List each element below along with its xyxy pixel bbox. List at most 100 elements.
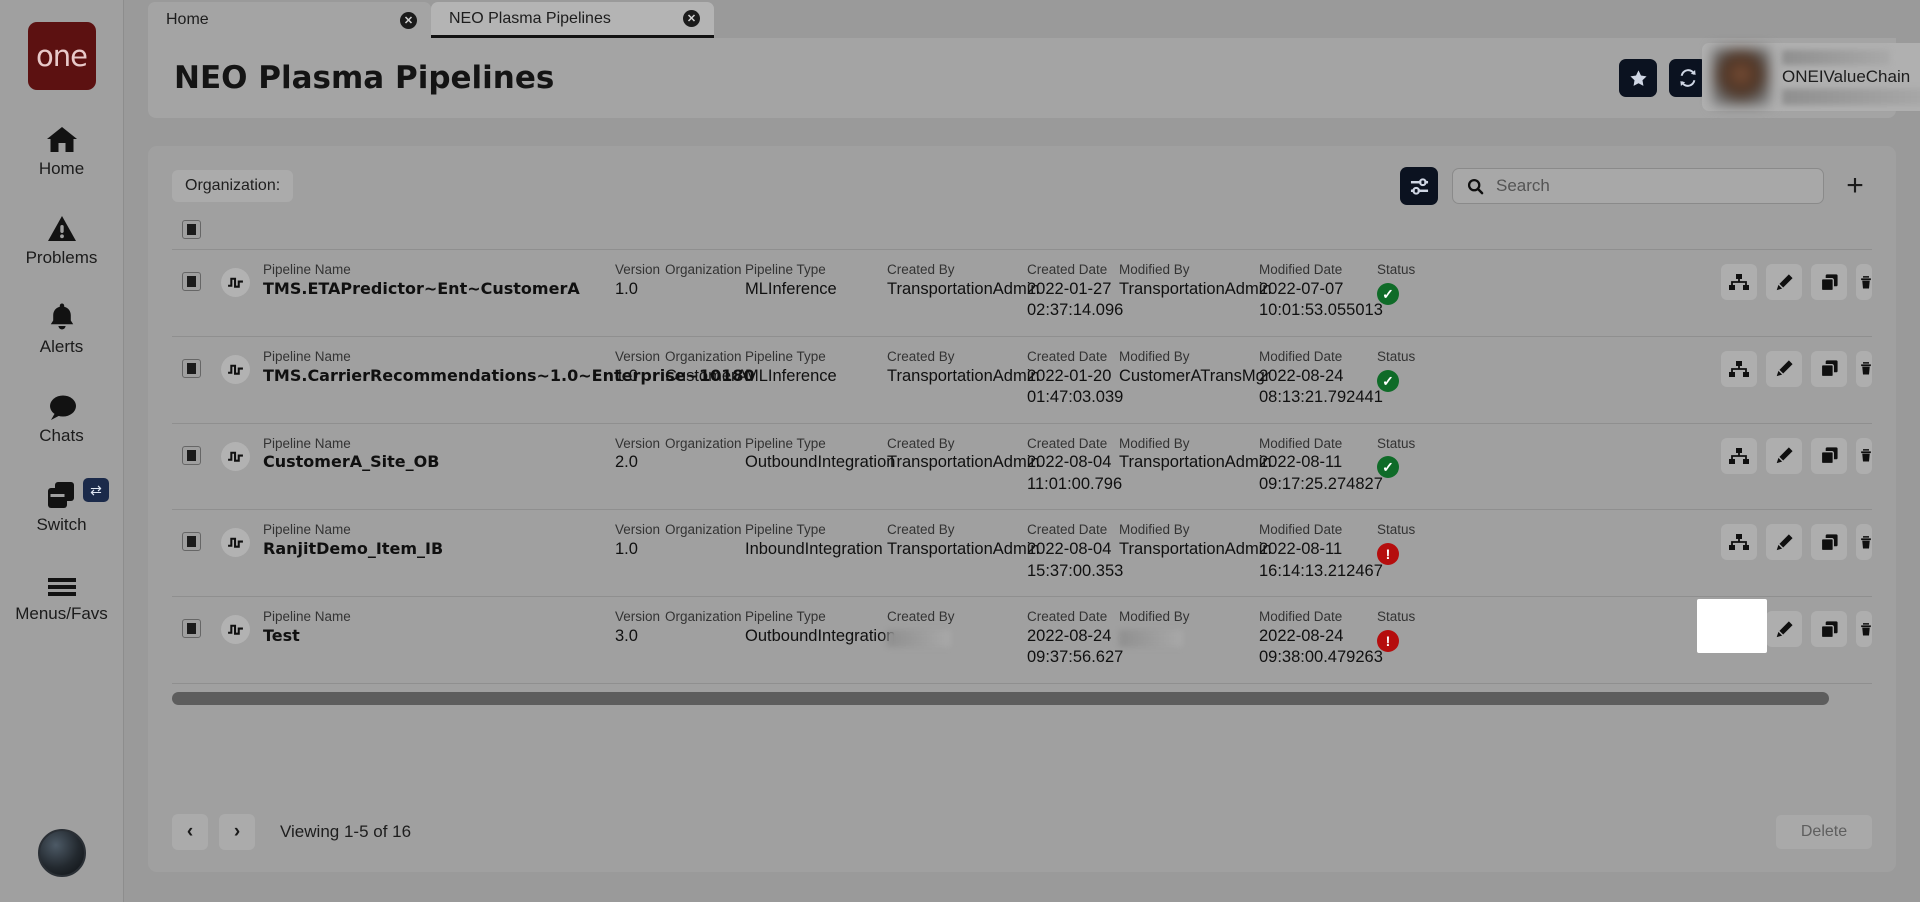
delete-button[interactable] — [1856, 264, 1872, 300]
pipeline-icon — [221, 268, 250, 297]
hamburger-icon — [46, 565, 78, 599]
view-graph-button[interactable] — [1721, 264, 1757, 300]
status-badge: ! — [1377, 629, 1399, 652]
column-label: Pipeline Name — [263, 435, 351, 451]
column-label: Created Date — [1027, 348, 1108, 364]
filter-button[interactable] — [1400, 167, 1438, 205]
cell-value: 2022-08-11 — [1259, 453, 1343, 472]
add-pipeline-button[interactable]: + — [1838, 169, 1872, 203]
cell-pipeline-name: Pipeline Name CustomerA_Site_OB — [263, 436, 615, 474]
user-profile-menu[interactable]: ONEIValueChain — [1702, 43, 1920, 111]
table-row[interactable]: Pipeline Name TMS.CarrierRecommendations… — [172, 335, 1872, 423]
cell-organization: Organization — [665, 436, 745, 453]
cell-value: TransportationAdmin — [1119, 279, 1272, 298]
row-checkbox[interactable] — [182, 272, 201, 291]
column-label: Version — [615, 609, 661, 624]
copy-button[interactable] — [1811, 350, 1847, 387]
column-label: Modified Date — [1259, 435, 1343, 451]
prev-page-button[interactable]: ‹ — [172, 814, 208, 850]
copy-button[interactable] — [1811, 437, 1847, 474]
favorite-button[interactable] — [1619, 59, 1657, 97]
cell-value-time: 08:13:21.792441 — [1259, 388, 1383, 407]
cell-modified-date: Modified Date 2022-08-11 16:14:13.212467 — [1259, 522, 1383, 582]
sidebar-item-menus-favs[interactable]: Menus/Favs — [0, 565, 123, 624]
cell-created-by: Created By TransportationAdmin — [887, 522, 1040, 560]
delete-button[interactable]: Delete — [1776, 815, 1872, 849]
user-role-redacted — [1782, 88, 1920, 105]
row-checkbox[interactable] — [182, 445, 201, 465]
user-name-redacted — [1782, 49, 1890, 65]
sidebar-item-chats[interactable]: Chats — [0, 387, 123, 446]
organization-filter[interactable]: Organization: — [172, 170, 294, 202]
copy-button[interactable] — [1811, 611, 1847, 647]
cell-value: 2022-01-20 — [1027, 366, 1112, 385]
cell-organization: Organization CustomerA — [665, 349, 748, 387]
cell-value: CustomerATransMgr — [1119, 366, 1271, 385]
cell-organization: Organization — [665, 522, 745, 539]
table-row[interactable]: Pipeline Name Test Version 3.0 Organizat… — [172, 596, 1872, 683]
edit-button[interactable] — [1766, 524, 1802, 561]
cell-value: Test — [263, 625, 300, 645]
switch-windows-icon — [46, 476, 78, 510]
column-label: Modified Date — [1259, 609, 1343, 624]
cell-value: 2022-08-11 — [1259, 540, 1343, 559]
delete-button[interactable] — [1856, 437, 1872, 474]
delete-button[interactable] — [1856, 524, 1872, 561]
select-all-checkbox[interactable] — [182, 220, 201, 239]
close-icon[interactable]: ✕ — [400, 11, 417, 29]
column-label: Version — [615, 348, 661, 364]
column-label: Modified Date — [1259, 262, 1343, 277]
pencil-icon — [1776, 360, 1793, 377]
close-icon[interactable]: ✕ — [683, 10, 700, 27]
sidebar-item-alerts[interactable]: Alerts — [0, 298, 123, 357]
horizontal-scrollbar[interactable] — [172, 691, 1829, 705]
check-icon: ✓ — [1382, 372, 1394, 389]
cell-value: TMS.ETAPredictor~Ent~CustomerA — [263, 278, 580, 298]
sidebar-item-label: Menus/Favs — [15, 604, 108, 623]
copy-button[interactable] — [1811, 264, 1847, 300]
assistant-avatar-icon[interactable] — [37, 829, 86, 877]
cell-value: 2022-08-24 — [1027, 626, 1112, 645]
main-area: Home ✕ NEO Plasma Pipelines ✕ NEO Plasma… — [124, 0, 1920, 902]
sidebar-item-label: Alerts — [39, 337, 84, 356]
edit-button[interactable] — [1766, 611, 1802, 647]
table-row[interactable]: Pipeline Name CustomerA_Site_OB Version … — [172, 422, 1872, 510]
search-input[interactable]: Search — [1452, 168, 1824, 204]
view-graph-button[interactable] — [1721, 524, 1757, 561]
row-checkbox[interactable] — [182, 358, 201, 378]
view-graph-button[interactable] — [1721, 437, 1757, 474]
tab-neo-plasma-pipelines[interactable]: NEO Plasma Pipelines ✕ — [431, 2, 714, 38]
copy-icon — [1820, 534, 1838, 551]
next-page-button[interactable]: › — [219, 814, 255, 850]
tab-strip: Home ✕ NEO Plasma Pipelines ✕ — [124, 0, 1920, 38]
swap-arrows-icon[interactable]: ⇄ — [83, 478, 109, 502]
delete-button[interactable] — [1856, 611, 1872, 647]
brand-logo[interactable]: one — [27, 22, 96, 90]
cell-pipeline-type: Pipeline Type OutboundIntegration — [745, 609, 895, 647]
row-actions — [1721, 262, 1872, 300]
cell-created-date: Created Date 2022-01-20 01:47:03.039 — [1027, 348, 1123, 409]
cell-status: Status ! — [1377, 522, 1437, 566]
column-label: Organization — [665, 435, 742, 451]
pipeline-icon — [221, 441, 250, 471]
edit-button[interactable] — [1766, 264, 1802, 300]
sidebar-item-switch[interactable]: Switch ⇄ — [0, 476, 123, 535]
cell-status: Status ✓ — [1377, 436, 1437, 479]
column-label: Modified By — [1119, 348, 1190, 364]
edit-button[interactable] — [1766, 350, 1802, 387]
cell-status: Status ! — [1377, 609, 1437, 652]
toolbar: Organization: Search + — [172, 164, 1872, 208]
delete-button[interactable] — [1856, 350, 1872, 387]
status-badge: ! — [1377, 543, 1399, 566]
copy-button[interactable] — [1811, 524, 1847, 561]
edit-button[interactable] — [1766, 437, 1802, 474]
row-checkbox[interactable] — [182, 619, 201, 638]
view-graph-button[interactable] — [1721, 350, 1757, 387]
table-row[interactable]: Pipeline Name RanjitDemo_Item_IB Version… — [172, 509, 1872, 596]
table-row[interactable]: Pipeline Name TMS.ETAPredictor~Ent~Custo… — [172, 249, 1872, 336]
sidebar-item-home[interactable]: Home — [0, 120, 123, 179]
row-checkbox[interactable] — [182, 532, 201, 552]
tab-home[interactable]: Home ✕ — [148, 2, 431, 38]
sidebar-item-problems[interactable]: Problems — [0, 209, 123, 268]
column-label: Created By — [887, 609, 955, 624]
